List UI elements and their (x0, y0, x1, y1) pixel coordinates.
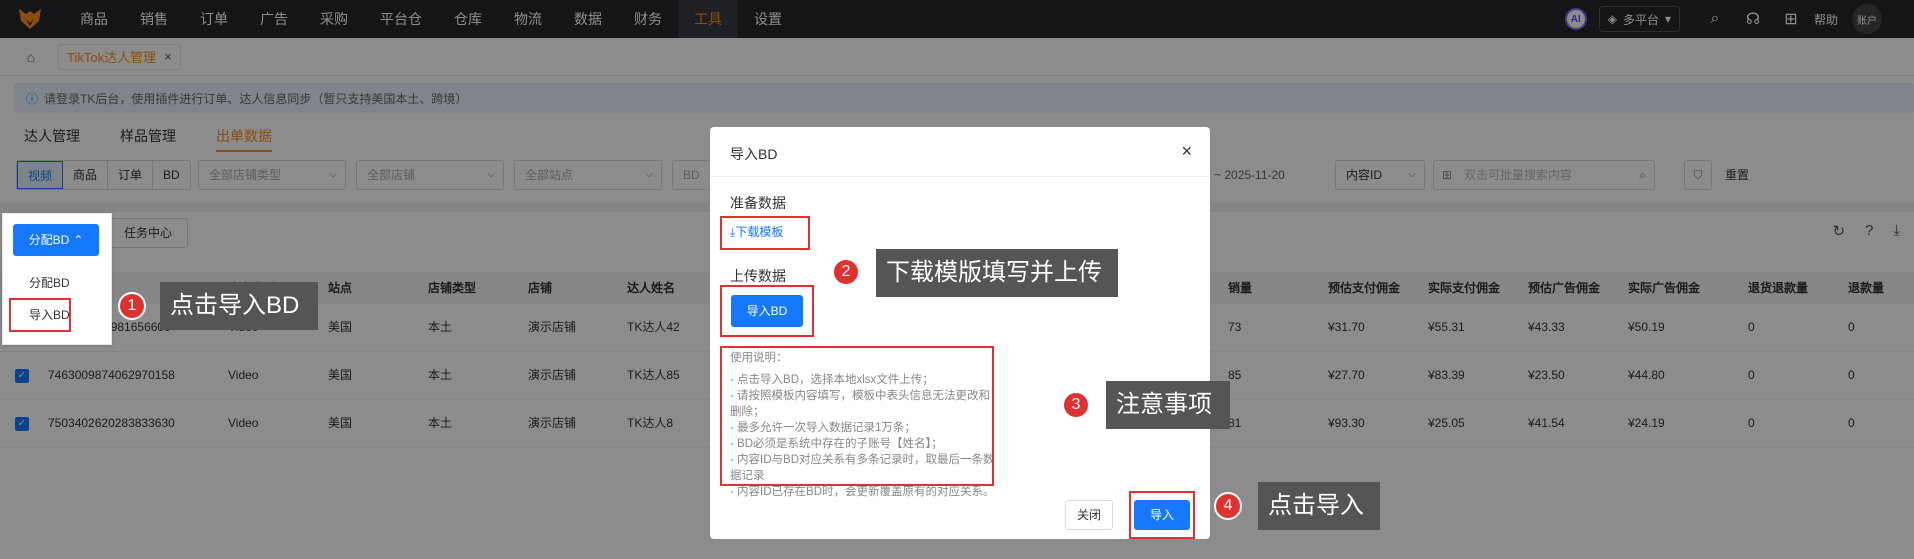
prepare-data-label: 准备数据 (730, 195, 786, 211)
close-icon[interactable]: × (1181, 141, 1192, 162)
assign-bd-label: 分配BD (28, 233, 70, 247)
highlight-box (1129, 491, 1195, 539)
close-button[interactable]: 关闭 (1065, 500, 1113, 530)
modal-title: 导入BD (730, 146, 778, 162)
step-callout: 下载模版填写并上传 (876, 249, 1118, 297)
step-number: 1 (118, 292, 146, 320)
step-callout: 注意事项 (1106, 381, 1230, 429)
import-bd-modal: 导入BD × 准备数据 ⤓下载模板 上传数据 导入BD 使用说明： - 点击导入… (710, 127, 1210, 539)
menu-item-assign-bd[interactable]: 分配BD (11, 268, 87, 298)
assign-bd-button[interactable]: 分配BD⌃ (13, 224, 99, 256)
step-number: 2 (832, 258, 860, 286)
modal-header: 导入BD × (710, 127, 1210, 177)
usage-line: - 内容ID已存在BD时，会更新覆盖原有的对应关系。 (730, 486, 995, 498)
highlight-box (9, 298, 71, 332)
chevron-up-icon: ⌃ (73, 233, 84, 247)
highlight-box (720, 346, 994, 486)
assign-bd-dropdown-highlight: 分配BD ⌃ 分配BD 导入BD (2, 213, 112, 345)
step-number: 4 (1214, 492, 1242, 520)
step-callout: 点击导入BD (160, 282, 318, 330)
step-number: 3 (1062, 391, 1090, 419)
highlight-box (720, 216, 810, 250)
highlight-box (720, 285, 814, 337)
step-callout: 点击导入 (1258, 482, 1380, 530)
upload-data-label: 上传数据 (730, 268, 786, 284)
